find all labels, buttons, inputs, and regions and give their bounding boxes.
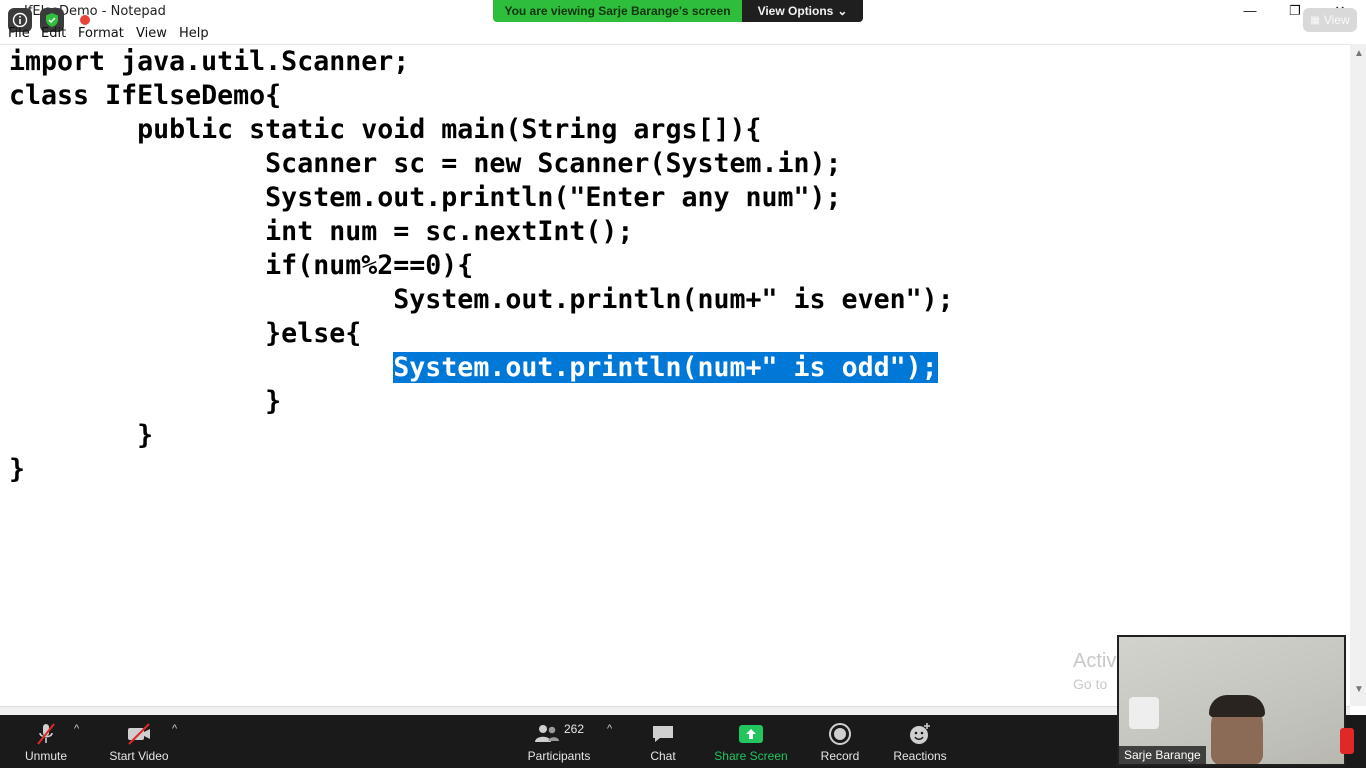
emoji-smile-icon bbox=[908, 719, 932, 749]
share-screen-icon bbox=[738, 719, 764, 749]
video-options-chevron-icon[interactable]: ^ bbox=[172, 723, 177, 735]
record-button[interactable]: Record bbox=[815, 715, 865, 768]
menu-edit[interactable]: Edit bbox=[41, 26, 66, 41]
start-video-label: Start Video bbox=[109, 749, 169, 763]
unmute-button[interactable]: Unmute bbox=[20, 715, 72, 768]
code-line: System.out.println("Enter any num"); bbox=[9, 182, 842, 213]
view-button[interactable]: ▦ View bbox=[1303, 8, 1357, 32]
audio-options-chevron-icon[interactable]: ^ bbox=[74, 723, 79, 735]
code-line: System.out.println(num+" is even"); bbox=[9, 284, 954, 315]
view-button-label: View bbox=[1323, 13, 1350, 27]
code-line-selected: System.out.println(num+" is odd"); bbox=[9, 351, 938, 385]
code-line: if(num%2==0){ bbox=[9, 250, 474, 281]
code-line: int num = sc.nextInt(); bbox=[9, 216, 634, 247]
video-object bbox=[1129, 697, 1159, 729]
grid-icon: ▦ bbox=[1310, 14, 1320, 26]
share-screen-button[interactable]: Share Screen bbox=[712, 715, 790, 768]
code-line: Scanner sc = new Scanner(System.in); bbox=[9, 148, 842, 179]
vertical-scrollbar[interactable]: ▲ ▼ bbox=[1350, 44, 1366, 706]
share-banner-message: You are viewing Sarje Barange's screen bbox=[493, 0, 742, 22]
menu-help[interactable]: Help bbox=[179, 26, 209, 41]
participant-hair bbox=[1209, 695, 1265, 717]
menu-view[interactable]: View bbox=[136, 26, 167, 41]
chevron-down-icon: ⌄ bbox=[837, 4, 848, 18]
screen-share-banner: You are viewing Sarje Barange's screen V… bbox=[493, 0, 863, 22]
leave-indicator-tab[interactable] bbox=[1340, 728, 1354, 754]
participant-video-thumbnail[interactable]: Sarje Barange bbox=[1117, 635, 1346, 766]
participants-chevron-icon[interactable]: ^ bbox=[607, 723, 612, 735]
reactions-label: Reactions bbox=[893, 749, 947, 763]
video-off-icon bbox=[125, 719, 153, 749]
code-line: class IfElseDemo{ bbox=[9, 80, 282, 111]
code-line: } bbox=[9, 454, 26, 485]
menu-file[interactable]: File bbox=[8, 26, 30, 41]
menu-format[interactable]: Format bbox=[78, 26, 124, 41]
activate-windows-subtext: Go to bbox=[1073, 676, 1108, 692]
participants-label: Participants bbox=[527, 749, 591, 763]
record-label: Record bbox=[820, 749, 860, 763]
participant-count: 262 bbox=[563, 722, 585, 736]
code-line: import java.util.Scanner; bbox=[9, 46, 410, 77]
chat-icon bbox=[651, 719, 675, 749]
menu-bar: File Edit Format View Help bbox=[0, 24, 1366, 44]
record-icon bbox=[828, 719, 852, 749]
unmute-label: Unmute bbox=[24, 749, 68, 763]
participants-icon: 262 bbox=[534, 719, 584, 749]
chat-button[interactable]: Chat bbox=[640, 715, 686, 768]
participant-name-label: Sarje Barange bbox=[1119, 746, 1206, 764]
code-line: public static void main(String args[]){ bbox=[9, 114, 762, 145]
view-options-label: View Options bbox=[757, 4, 834, 18]
scroll-down-icon[interactable]: ▼ bbox=[1354, 684, 1364, 700]
code-line: }else{ bbox=[9, 318, 362, 349]
reactions-button[interactable]: Reactions bbox=[890, 715, 950, 768]
scroll-up-icon[interactable]: ▲ bbox=[1354, 48, 1364, 64]
share-screen-label: Share Screen bbox=[714, 749, 788, 763]
code-line: } bbox=[9, 386, 282, 417]
minimize-button[interactable]: — bbox=[1230, 2, 1270, 20]
activate-windows-watermark: Activ bbox=[1073, 650, 1117, 672]
start-video-button[interactable]: Start Video bbox=[105, 715, 173, 768]
code-line: } bbox=[9, 420, 154, 451]
selected-text: System.out.println(num+" is odd"); bbox=[393, 352, 938, 383]
chat-label: Chat bbox=[650, 749, 676, 763]
participants-button[interactable]: 262 Participants bbox=[524, 715, 594, 768]
view-options-button[interactable]: View Options ⌄ bbox=[742, 0, 863, 22]
muted-microphone-icon bbox=[33, 719, 59, 749]
